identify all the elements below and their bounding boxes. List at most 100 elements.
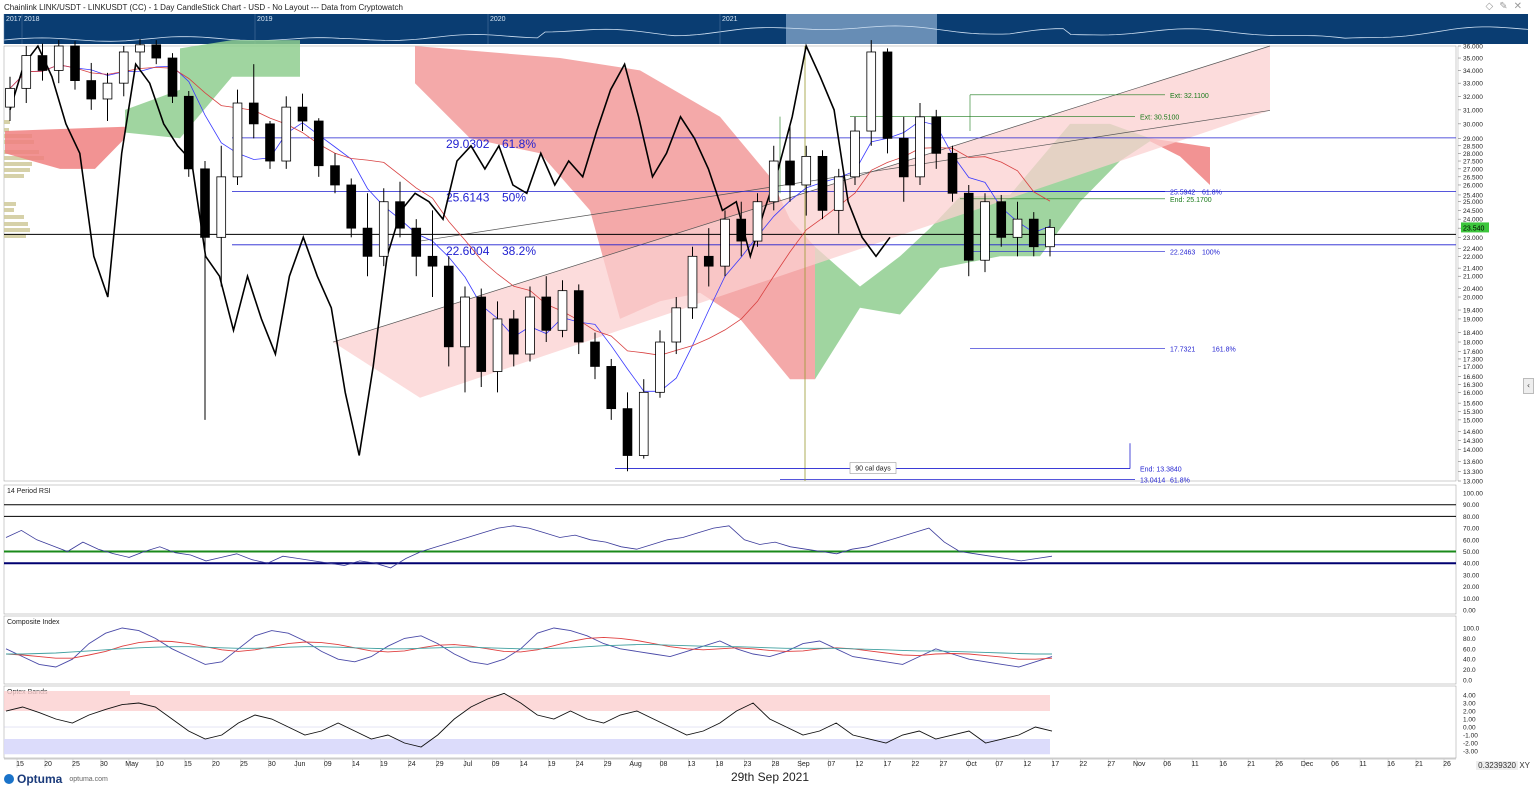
candle-body[interactable] [833, 176, 844, 211]
candle-body[interactable] [785, 160, 795, 186]
candle-body[interactable] [313, 120, 324, 167]
candle-body[interactable] [606, 366, 617, 410]
volume-profile-bar [4, 215, 24, 219]
candle-body[interactable] [866, 51, 877, 132]
x-tick-label: 13 [688, 761, 696, 768]
candle-body[interactable] [655, 341, 665, 393]
candle-body[interactable] [801, 155, 812, 186]
candle-body[interactable] [573, 290, 584, 343]
candle-body[interactable] [671, 307, 682, 343]
candle-body[interactable] [1012, 218, 1023, 238]
candle-body[interactable] [151, 44, 162, 59]
candle-body[interactable] [963, 192, 974, 261]
candle-body[interactable] [86, 80, 97, 100]
candle-body[interactable] [915, 116, 925, 178]
price-tick-label: 27.500 [1463, 159, 1483, 166]
candle-body[interactable] [281, 106, 292, 162]
price-tick-label: 29.000 [1463, 136, 1483, 143]
rsi-tick-label: 60.00 [1463, 537, 1480, 544]
candle-body[interactable] [200, 168, 210, 238]
close-icon[interactable]: ✕ [1514, 1, 1522, 12]
candle-body[interactable] [898, 137, 909, 178]
candle-body[interactable] [882, 51, 893, 139]
scroll-ratio[interactable]: 0.3239320 [1476, 761, 1518, 770]
candle-body[interactable] [5, 87, 15, 108]
candle-body[interactable] [427, 255, 438, 267]
xy-toggle[interactable]: XY [1519, 761, 1530, 770]
candle-body[interactable] [411, 227, 422, 257]
chart-canvas[interactable]: Chainlink LINK/USDT - LINKUSDT (CC) - 1 … [0, 0, 1536, 788]
candle-body[interactable] [443, 265, 454, 348]
candle-body[interactable] [167, 57, 178, 97]
candle-body[interactable] [216, 176, 227, 238]
candle-body[interactable] [183, 95, 194, 170]
extension-label: Ext: 32.1100 [1170, 93, 1209, 100]
fib-retracement-price: 25.6143 [446, 190, 490, 204]
candle-body[interactable] [947, 152, 958, 194]
price-tick-label: 19.400 [1463, 308, 1483, 315]
candle-body[interactable] [817, 155, 828, 211]
optex-tick-label: 3.00 [1463, 701, 1476, 708]
candle-body[interactable] [297, 106, 308, 122]
candle-body[interactable] [850, 130, 860, 178]
candle-body[interactable] [395, 201, 405, 229]
x-tick-label: 19 [380, 761, 388, 768]
candle-body[interactable] [590, 341, 600, 367]
volume-profile-bar [4, 228, 30, 232]
candle-body[interactable] [492, 318, 503, 372]
diamond-icon[interactable]: ◇ [1486, 1, 1494, 12]
candle-body[interactable] [1045, 227, 1055, 248]
date-navigator[interactable]: 2017 2018 2019 2020 2021 [3, 14, 1529, 44]
candle-body[interactable] [378, 201, 389, 257]
candle-body[interactable] [1028, 218, 1039, 248]
candle-body[interactable] [541, 296, 552, 331]
candle-body[interactable] [476, 296, 487, 372]
optex-tick-label: 4.00 [1463, 693, 1476, 700]
candle-body[interactable] [37, 55, 48, 71]
candle-body[interactable] [53, 45, 64, 71]
candle-body[interactable] [330, 165, 340, 186]
candle-body[interactable] [525, 296, 535, 355]
price-tick-label: 15.600 [1463, 401, 1483, 408]
candle-body[interactable] [135, 44, 145, 53]
candle-body[interactable] [736, 218, 747, 242]
price-tick-label: 18.400 [1463, 330, 1483, 337]
candle-body[interactable] [996, 201, 1007, 238]
x-tick-label: Oct [966, 761, 977, 768]
candle-body[interactable] [102, 82, 113, 100]
logo-text: Optuma [17, 772, 63, 786]
candle-body[interactable] [703, 255, 714, 267]
x-tick-label: 28 [772, 761, 780, 768]
composite-tick-label: 20.0 [1463, 667, 1476, 674]
candle-body[interactable] [980, 201, 990, 261]
candle-body[interactable] [70, 45, 80, 81]
pencil-icon[interactable]: ✎ [1499, 1, 1507, 12]
candle-body[interactable] [557, 290, 568, 331]
candle-body[interactable] [720, 218, 730, 267]
chevron-left-icon[interactable]: ‹ [1523, 378, 1534, 394]
rsi-tick-label: 90.00 [1463, 502, 1480, 509]
candle-body[interactable] [118, 51, 129, 84]
candle-body[interactable] [265, 123, 275, 162]
fib-retracement-level: 38.2% [502, 244, 536, 258]
candle-body[interactable] [248, 102, 259, 125]
candle-body[interactable] [687, 255, 698, 309]
candle-body[interactable] [232, 102, 243, 178]
candle-body[interactable] [362, 227, 373, 257]
candle-body[interactable] [768, 160, 779, 203]
price-tick-label: 26.000 [1463, 182, 1483, 189]
composite-tick-label: 40.0 [1463, 657, 1476, 664]
candle-body[interactable] [460, 296, 470, 348]
x-tick-label: 07 [828, 761, 836, 768]
candle-body[interactable] [21, 55, 32, 89]
candle-body[interactable] [622, 408, 633, 456]
cursor-date: 29th Sep 2021 [730, 770, 810, 784]
optex-tick-label: 0.00 [1463, 725, 1476, 732]
candle-body[interactable] [931, 116, 942, 154]
composite-tick-label: 60.0 [1463, 646, 1476, 653]
candle-body[interactable] [346, 184, 357, 229]
candle-body[interactable] [752, 201, 763, 242]
candle-body[interactable] [508, 318, 519, 355]
candle-body[interactable] [638, 391, 649, 456]
chart-background [0, 0, 1536, 788]
